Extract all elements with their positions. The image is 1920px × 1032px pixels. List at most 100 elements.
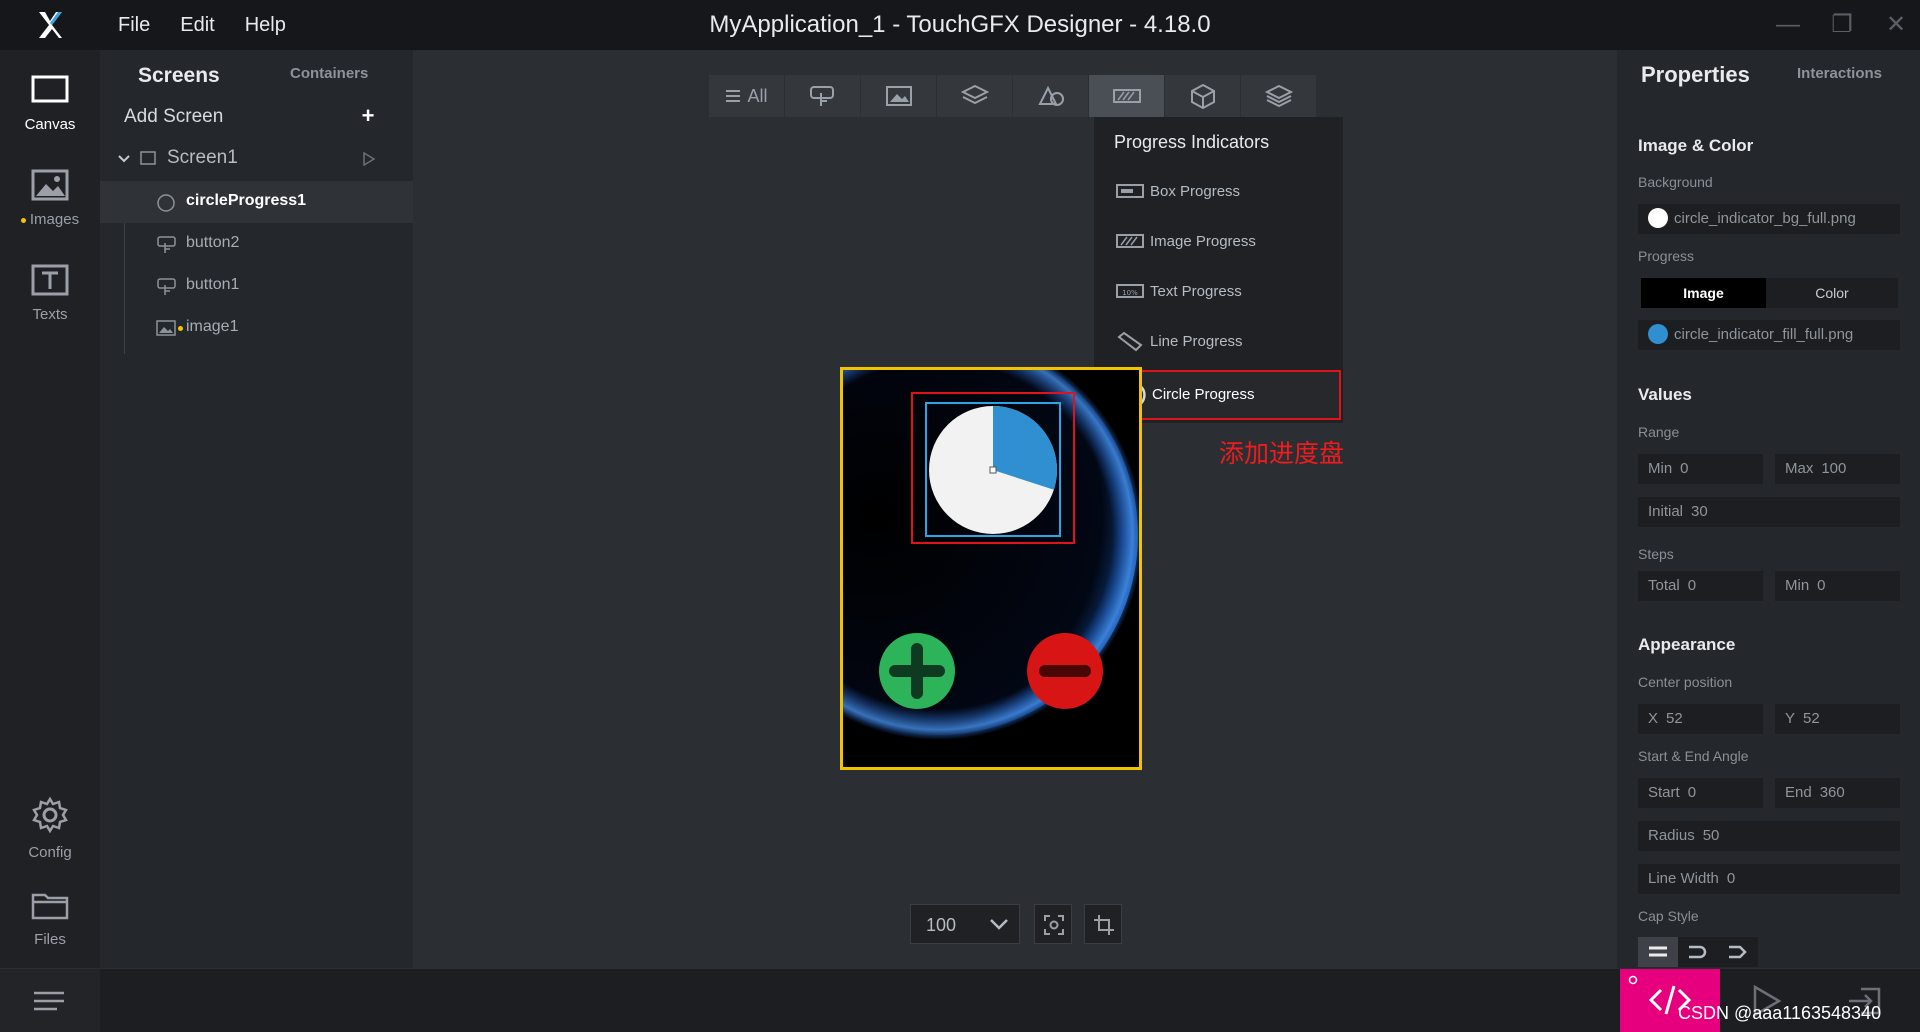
nav-config[interactable]: Config [0, 782, 100, 862]
dropdown-item-text-progress[interactable]: 10% Text Progress [1096, 267, 1341, 317]
minus-button-preview[interactable] [1027, 633, 1103, 709]
chevron-down-icon[interactable] [118, 154, 130, 164]
toolbar-images-button[interactable] [861, 75, 937, 117]
center-x-value: 52 [1666, 710, 1683, 727]
cap-butt-button[interactable] [1638, 937, 1678, 967]
add-screen-button[interactable]: + [352, 102, 384, 130]
toolbar-shapes-button[interactable] [1013, 75, 1089, 117]
texts-icon [31, 264, 69, 296]
screen-icon [140, 151, 156, 165]
nav-canvas[interactable]: Canvas [0, 60, 100, 140]
toolbar-layers-button[interactable] [1241, 75, 1317, 117]
modified-dot [178, 326, 183, 331]
toolbar-all-label: All [747, 85, 768, 106]
tab-screens[interactable]: Screens [138, 64, 220, 88]
progress-group-icon [1112, 89, 1141, 103]
widget-row-button1[interactable]: button1 [100, 265, 413, 307]
range-max-field[interactable]: Max 100 [1775, 454, 1900, 484]
box-progress-icon [1116, 184, 1144, 198]
initial-key: Initial [1648, 503, 1684, 520]
zoom-select[interactable]: 100 [910, 904, 1020, 944]
image-progress-icon [1116, 234, 1144, 248]
maximize-icon[interactable]: ❐ [1830, 13, 1854, 37]
steps-min-field[interactable]: Min 0 [1775, 571, 1900, 601]
crop-button[interactable] [1084, 904, 1122, 944]
radius-field[interactable]: Radius 50 [1638, 821, 1900, 851]
list-icon [726, 90, 741, 102]
cap-square-button[interactable] [1718, 937, 1758, 967]
dropdown-item-line-progress[interactable]: Line Progress [1096, 317, 1341, 367]
tab-properties[interactable]: Properties [1641, 62, 1750, 88]
center-handle[interactable] [989, 466, 997, 474]
cube-icon [1190, 83, 1215, 109]
start-angle-field[interactable]: Start 0 [1638, 778, 1763, 808]
steps-total-value: 0 [1687, 577, 1697, 594]
section-image-color: Image & Color [1638, 136, 1754, 155]
dropdown-title: Progress Indicators [1114, 132, 1270, 152]
screen-row[interactable]: Screen1 [100, 138, 413, 180]
play-screen-icon[interactable] [362, 152, 376, 166]
title-bar: File Edit Help MyApplication_1 - TouchGF… [0, 0, 1920, 50]
widget-row-image1[interactable]: image1 [100, 307, 413, 349]
tab-interactions[interactable]: Interactions [1797, 65, 1882, 82]
nav-files[interactable]: Files [0, 875, 100, 955]
cap-butt-icon [1649, 946, 1667, 957]
seg-color[interactable]: Color [1766, 278, 1898, 308]
center-y-field[interactable]: Y 52 [1775, 704, 1900, 734]
widget-row-circleprogress1[interactable]: circleProgress1 [100, 181, 413, 223]
seg-image[interactable]: Image [1641, 278, 1766, 308]
image-group-icon [885, 86, 912, 106]
cap-style-label: Cap Style [1638, 908, 1699, 924]
progress-image-field[interactable]: circle_indicator_fill_full.png [1638, 320, 1900, 350]
range-min-key: Min [1648, 460, 1673, 477]
text-progress-icon: 10% [1116, 284, 1144, 298]
progress-type-toggle: Image Color [1641, 278, 1898, 308]
cap-round-button[interactable] [1678, 937, 1718, 967]
menu-edit[interactable]: Edit [180, 14, 214, 37]
containers-icon [960, 84, 989, 105]
toolbar-3d-button[interactable] [1165, 75, 1241, 117]
toolbar-all-button[interactable]: All [709, 75, 785, 117]
range-min-field[interactable]: Min 0 [1638, 454, 1763, 484]
widget-toolbar: All [709, 75, 1317, 117]
plus-button-preview[interactable] [879, 633, 955, 709]
log-toggle-button[interactable] [0, 969, 100, 1032]
center-x-field[interactable]: X 52 [1638, 704, 1763, 734]
zoom-value: 100 [926, 915, 957, 935]
toolbar-buttons-button[interactable] [785, 75, 861, 117]
svg-text:10%: 10% [1122, 289, 1138, 297]
menu-help[interactable]: Help [245, 14, 286, 37]
window-controls: — ❐ ✕ [1776, 0, 1908, 50]
steps-total-field[interactable]: Total 0 [1638, 571, 1763, 601]
close-icon[interactable]: ✕ [1884, 13, 1908, 37]
dropdown-item-box-progress[interactable]: Box Progress [1096, 167, 1341, 217]
end-angle-field[interactable]: End 360 [1775, 778, 1900, 808]
dropdown-item-label: Line Progress [1150, 333, 1243, 350]
progress-label: Progress [1638, 248, 1695, 264]
menu-file[interactable]: File [118, 14, 150, 37]
toolbar-progress-button[interactable] [1089, 75, 1165, 117]
tab-containers[interactable]: Containers [290, 65, 368, 82]
line-width-field[interactable]: Line Width 0 [1638, 864, 1900, 894]
background-image-field[interactable]: circle_indicator_bg_full.png [1638, 204, 1900, 234]
minimize-icon[interactable]: — [1776, 13, 1800, 37]
initial-field[interactable]: Initial 30 [1638, 497, 1900, 527]
fit-screen-button[interactable] [1034, 904, 1072, 944]
nav-texts-label: Texts [32, 306, 68, 323]
start-angle-value: 0 [1687, 784, 1697, 801]
nav-texts[interactable]: Texts [0, 250, 100, 330]
gear-icon [32, 796, 68, 834]
end-angle-value: 360 [1819, 784, 1845, 801]
chevron-down-icon [990, 919, 1008, 930]
toolbar-containers-button[interactable] [937, 75, 1013, 117]
center-y-key: Y [1785, 710, 1796, 727]
crop-icon [1094, 915, 1114, 935]
background-swatch [1648, 207, 1668, 228]
nav-images[interactable]: Images [0, 155, 100, 235]
screen-preview[interactable] [840, 367, 1142, 770]
dropdown-item-label: Box Progress [1150, 183, 1241, 200]
image-icon [156, 320, 176, 336]
steps-total-key: Total [1648, 577, 1680, 594]
widget-row-button2[interactable]: button2 [100, 223, 413, 265]
dropdown-item-image-progress[interactable]: Image Progress [1096, 217, 1341, 267]
